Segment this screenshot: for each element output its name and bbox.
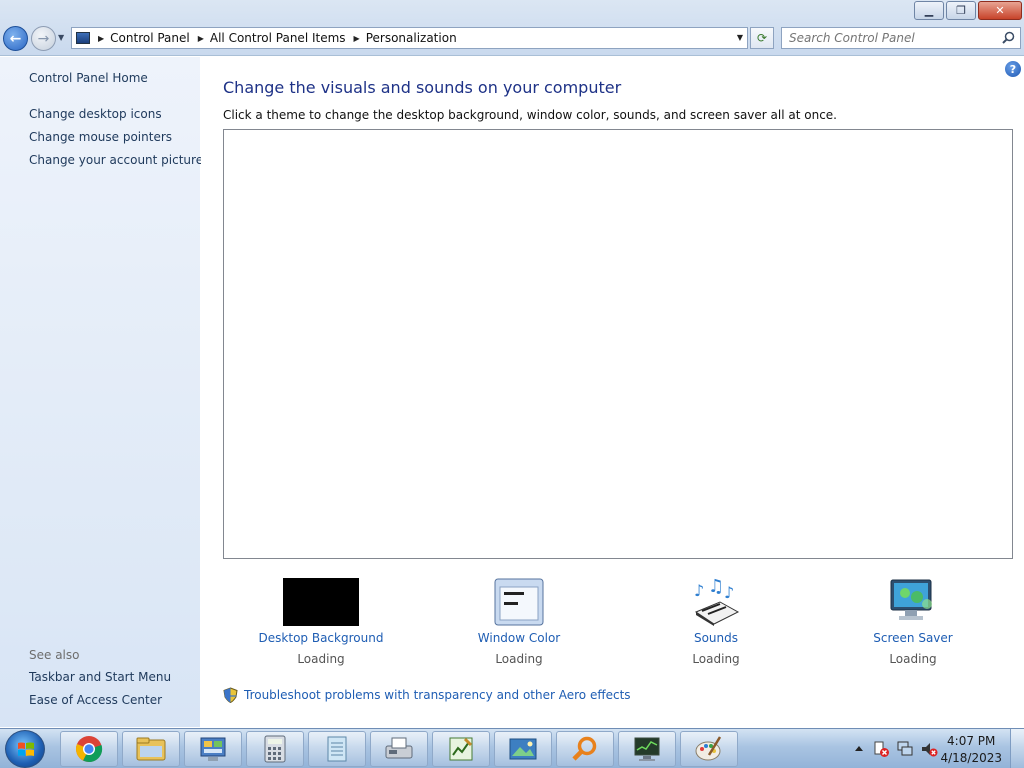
breadcrumb-control-panel[interactable]: Control Panel: [110, 31, 190, 45]
notepad-icon: [327, 736, 347, 762]
recent-pages-dropdown[interactable]: ▼: [58, 33, 64, 42]
desktop-background-thumbnail[interactable]: [283, 578, 359, 626]
screen-saver-status: Loading: [889, 652, 937, 666]
control-panel-home-link[interactable]: Control Panel Home: [29, 71, 148, 85]
taskbar-paint[interactable]: [680, 731, 738, 767]
window-titlebar: ▁ ❐ ✕ ← → ▼ ▶ Control Panel ▶ All Contro…: [0, 0, 1024, 56]
taskbar-explorer[interactable]: [122, 731, 180, 767]
window-color-link[interactable]: Window Color: [439, 631, 599, 645]
paint-icon: [695, 736, 722, 761]
breadcrumb-personalization[interactable]: Personalization: [366, 31, 457, 45]
address-bar[interactable]: ▶ Control Panel ▶ All Control Panel Item…: [71, 27, 748, 49]
caption-buttons: ▁ ❐ ✕: [914, 1, 1022, 20]
magnifier-icon: [572, 736, 597, 761]
window-color-icon[interactable]: [481, 578, 557, 626]
search-box[interactable]: [781, 27, 1021, 49]
desktop-background-link[interactable]: Desktop Background: [241, 631, 401, 645]
taskbar-calculator[interactable]: [246, 731, 304, 767]
see-also-heading: See also: [29, 648, 80, 662]
screen-saver-icon[interactable]: [875, 578, 951, 626]
change-account-picture-link[interactable]: Change your account picture: [29, 153, 203, 167]
screen-saver-tile[interactable]: Screen Saver Loading: [833, 578, 993, 666]
clock-date: 4/18/2023: [940, 751, 1002, 765]
address-dropdown-icon[interactable]: ▼: [737, 33, 743, 42]
theme-list[interactable]: [223, 129, 1013, 559]
svg-text:♫: ♫: [708, 578, 724, 597]
network-icon[interactable]: [896, 740, 914, 758]
sounds-tile[interactable]: ♪ ♫ ♪ Sounds Loading: [636, 578, 796, 666]
back-button[interactable]: ←: [3, 26, 28, 51]
explorer-icon: [136, 737, 166, 761]
desktop-background-tile[interactable]: Desktop Background Loading: [241, 578, 401, 666]
sounds-icon[interactable]: ♪ ♫ ♪: [678, 578, 754, 626]
help-icon[interactable]: ?: [1005, 61, 1021, 77]
window-color-tile[interactable]: Window Color Loading: [439, 578, 599, 666]
taskbar-fax[interactable]: [370, 731, 428, 767]
window-color-status: Loading: [495, 652, 543, 666]
breadcrumb-all-items[interactable]: All Control Panel Items: [210, 31, 346, 45]
taskbar-spreadsheet[interactable]: [432, 731, 490, 767]
control-panel-icon: [76, 32, 90, 44]
troubleshoot-link[interactable]: Troubleshoot problems with transparency …: [244, 688, 631, 702]
fax-icon: [385, 737, 413, 759]
system-tray: 4:07 PM 4/18/2023: [834, 729, 1024, 768]
taskbar-photo-viewer[interactable]: [494, 731, 552, 767]
chevron-right-icon[interactable]: ▶: [198, 34, 204, 43]
photo-icon: [509, 738, 537, 760]
restore-button[interactable]: ❐: [946, 1, 976, 20]
change-mouse-pointers-link[interactable]: Change mouse pointers: [29, 130, 172, 144]
change-desktop-icons-link[interactable]: Change desktop icons: [29, 107, 162, 121]
refresh-button[interactable]: ⟳: [750, 27, 774, 49]
clock[interactable]: 4:07 PM 4/18/2023: [940, 733, 1002, 767]
calculator-icon: [264, 735, 286, 763]
taskbar-notepad[interactable]: [308, 731, 366, 767]
taskbar-chrome[interactable]: [60, 731, 118, 767]
shield-icon: [223, 687, 238, 703]
left-pane: Control Panel Home Change desktop icons …: [0, 57, 203, 727]
show-desktop-button[interactable]: [1010, 729, 1024, 768]
chevron-right-icon[interactable]: ▶: [98, 34, 104, 43]
taskbar-monitor[interactable]: [618, 731, 676, 767]
show-hidden-icons-icon[interactable]: [854, 744, 864, 752]
sounds-status: Loading: [692, 652, 740, 666]
taskbar: 4:07 PM 4/18/2023: [0, 728, 1024, 768]
spreadsheet-icon: [449, 737, 473, 761]
chevron-right-icon[interactable]: ▶: [354, 34, 360, 43]
screen-saver-link[interactable]: Screen Saver: [833, 631, 993, 645]
page-description: Click a theme to change the desktop back…: [223, 108, 837, 122]
clock-time: 4:07 PM: [947, 734, 996, 748]
svg-text:♪: ♪: [724, 583, 734, 602]
desktop-background-status: Loading: [297, 652, 345, 666]
volume-muted-icon[interactable]: [920, 740, 938, 758]
search-input[interactable]: [782, 28, 992, 48]
action-center-icon[interactable]: [872, 740, 890, 758]
taskbar-search[interactable]: [556, 731, 614, 767]
taskbar-start-menu-link[interactable]: Taskbar and Start Menu: [29, 670, 171, 684]
start-button[interactable]: [5, 730, 45, 768]
troubleshoot-row[interactable]: Troubleshoot problems with transparency …: [223, 687, 631, 703]
ease-of-access-link[interactable]: Ease of Access Center: [29, 693, 162, 707]
chrome-icon: [76, 736, 103, 763]
taskbar-control-panel[interactable]: [184, 731, 242, 767]
control-panel-icon: [200, 737, 226, 761]
page-title: Change the visuals and sounds on your co…: [223, 78, 622, 97]
search-icon[interactable]: [1002, 31, 1015, 44]
minimize-button[interactable]: ▁: [914, 1, 944, 20]
windows-logo-icon: [18, 742, 34, 756]
monitor-icon: [634, 737, 660, 761]
forward-button[interactable]: →: [31, 26, 56, 51]
sounds-link[interactable]: Sounds: [636, 631, 796, 645]
main-content: ? Change the visuals and sounds on your …: [201, 57, 1024, 727]
svg-text:♪: ♪: [694, 581, 704, 600]
close-button[interactable]: ✕: [978, 1, 1022, 20]
